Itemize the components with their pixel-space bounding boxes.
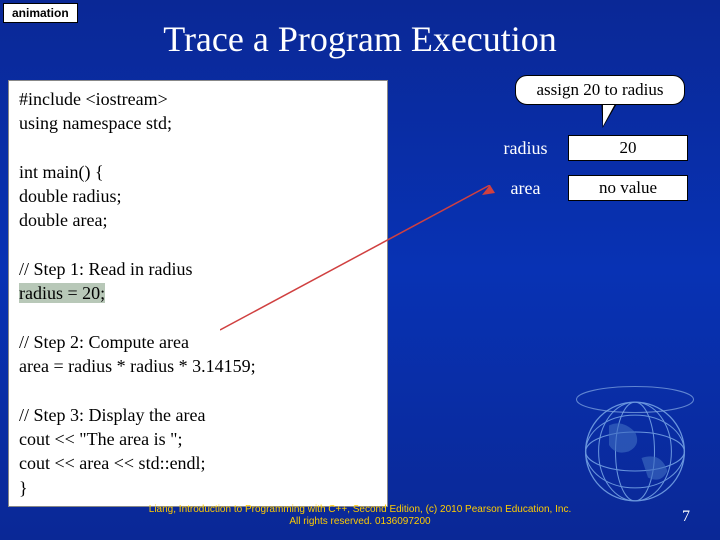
code-line: cout << "The area is "; bbox=[19, 427, 377, 451]
table-row: radius 20 bbox=[483, 135, 688, 161]
code-line: // Step 2: Compute area bbox=[19, 330, 377, 354]
page-number: 7 bbox=[682, 508, 690, 526]
footer-line: All rights reserved. 0136097200 bbox=[0, 516, 720, 528]
code-line: #include <iostream> bbox=[19, 87, 377, 111]
slide-title: Trace a Program Execution bbox=[0, 18, 720, 60]
table-row: area no value bbox=[483, 175, 688, 201]
var-value: no value bbox=[568, 175, 688, 201]
var-label: radius bbox=[483, 138, 568, 159]
code-line: } bbox=[19, 476, 377, 500]
code-line bbox=[19, 233, 377, 257]
code-line: // Step 1: Read in radius bbox=[19, 257, 377, 281]
footer-citation: Liang, Introduction to Programming with … bbox=[0, 504, 720, 528]
code-line: int main() { bbox=[19, 160, 377, 184]
code-line: // Step 3: Display the area bbox=[19, 403, 377, 427]
var-value: 20 bbox=[568, 135, 688, 161]
code-line: using namespace std; bbox=[19, 111, 377, 135]
code-line bbox=[19, 379, 377, 403]
code-line bbox=[19, 136, 377, 160]
footer-line: Liang, Introduction to Programming with … bbox=[0, 504, 720, 516]
var-label: area bbox=[483, 178, 568, 199]
code-line: double area; bbox=[19, 208, 377, 232]
code-block: #include <iostream> using namespace std;… bbox=[8, 80, 388, 507]
callout-bubble: assign 20 to radius bbox=[515, 75, 685, 105]
code-line: double radius; bbox=[19, 184, 377, 208]
code-line bbox=[19, 306, 377, 330]
code-line: area = radius * radius * 3.14159; bbox=[19, 354, 377, 378]
variable-table: radius 20 area no value bbox=[483, 135, 688, 215]
globe-icon bbox=[570, 380, 700, 510]
code-line-highlight: radius = 20; bbox=[19, 281, 377, 305]
code-line: cout << area << std::endl; bbox=[19, 451, 377, 475]
